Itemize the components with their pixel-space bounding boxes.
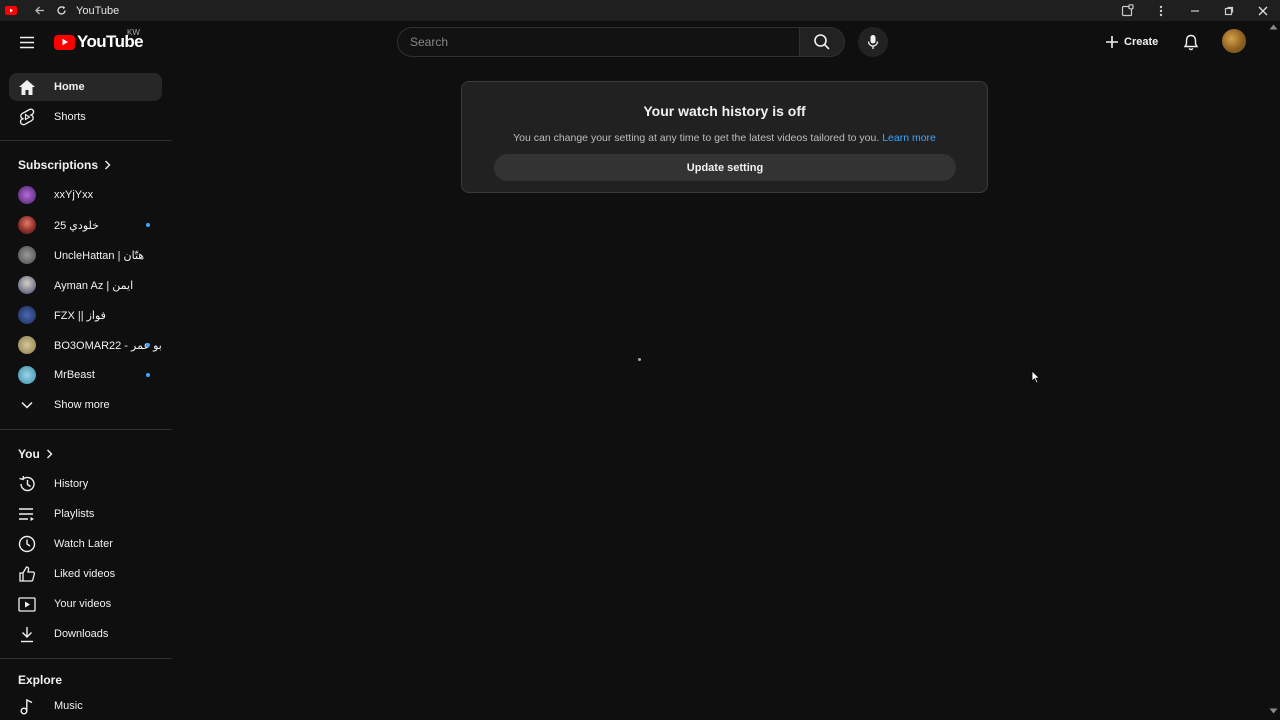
minimize-icon[interactable] [1178,0,1212,21]
sidebar-item-subscription[interactable]: MrBeast [9,361,162,389]
create-button[interactable]: Create [1100,29,1166,55]
channel-avatar [17,245,37,265]
card-title: Your watch history is off [643,103,806,119]
card-description: You can change your setting at any time … [513,132,936,144]
channel-avatar [17,335,37,355]
chevron-down-icon [17,395,37,415]
home-icon [17,77,37,97]
masthead: YouTube KW Create [0,21,1280,63]
channel-avatar [17,365,37,385]
watch-history-off-card: Your watch history is off You can change… [461,81,988,193]
sidebar-divider [0,140,172,141]
playlists-icon [17,504,37,524]
back-icon[interactable] [32,4,46,18]
clock-icon [17,534,37,554]
mouse-cursor-icon [1031,370,1041,384]
app-icon [4,4,18,18]
country-code: KW [127,28,140,37]
sidebar-item-subscription[interactable]: xxYjYxx [9,181,162,209]
sidebar-item-subscription[interactable]: UncleHattan | هتّان [9,241,162,269]
new-content-dot [146,343,150,347]
chevron-right-icon [105,160,111,170]
youtube-play-icon [54,34,75,50]
search-box[interactable] [397,27,799,57]
scroll-up-arrow-icon[interactable] [1269,24,1278,30]
new-content-dot [146,373,150,377]
update-setting-button[interactable]: Update setting [494,154,956,181]
chevron-right-icon [46,449,53,459]
new-content-dot [146,223,150,227]
channel-avatar [17,305,37,325]
account-avatar[interactable] [1222,29,1246,53]
guide-menu-button[interactable] [12,28,42,56]
window-title: YouTube [76,4,120,17]
restore-icon[interactable] [1212,0,1246,21]
sidebar-item-home[interactable]: Home [9,73,162,101]
search-icon [814,34,830,50]
plus-icon [1106,36,1118,48]
sidebar: Home Shorts Subscriptions xxYjYxx خلودي … [0,63,172,720]
more-vert-icon[interactable] [1144,0,1178,21]
sidebar-item-subscription[interactable]: خلودي 25 [9,211,162,239]
sidebar-item-playlists[interactable]: Playlists [9,500,162,528]
sidebar-item-music[interactable]: Music [9,692,162,720]
sidebar-item-subscription[interactable]: Ayman Az | ايمن [9,271,162,299]
music-note-icon [17,696,37,716]
thumbs-up-icon [17,564,37,584]
channel-avatar [17,215,37,235]
learn-more-link[interactable]: Learn more [882,132,936,144]
sidebar-item-liked-videos[interactable]: Liked videos [9,560,162,588]
explore-header: Explore [18,673,63,687]
hamburger-icon [20,36,34,48]
create-label: Create [1124,36,1159,48]
channel-avatar [17,275,37,295]
shorts-icon [17,107,37,127]
search-input[interactable] [410,35,799,49]
scroll-down-arrow-icon[interactable] [1269,708,1278,714]
microphone-icon [867,35,879,49]
history-icon [17,474,37,494]
sidebar-divider [0,658,172,659]
show-more-button[interactable]: Show more [9,391,162,419]
sidebar-item-your-videos[interactable]: Your videos [9,590,162,618]
subscriptions-header[interactable]: Subscriptions [18,158,111,172]
window-titlebar: YouTube [0,0,1280,21]
loading-spinner [638,358,641,361]
sidebar-divider [0,429,172,430]
notifications-button[interactable] [1178,29,1204,55]
download-icon [17,624,37,644]
close-icon[interactable] [1246,0,1280,21]
sidebar-item-history[interactable]: History [9,470,162,498]
you-header[interactable]: You [18,447,53,461]
reload-icon[interactable] [54,4,68,18]
voice-search-button[interactable] [858,27,888,57]
sidebar-item-shorts[interactable]: Shorts [9,103,162,131]
bell-icon [1183,34,1199,50]
play-square-icon [17,594,37,614]
channel-avatar [17,185,37,205]
search-button[interactable] [799,27,845,57]
sidebar-item-subscription[interactable]: BO3OMAR22 - بو عمر [9,331,162,359]
sidebar-item-downloads[interactable]: Downloads [9,620,162,648]
sidebar-item-subscription[interactable]: FZX || فواز [9,301,162,329]
sidebar-item-watch-later[interactable]: Watch Later [9,530,162,558]
extensions-icon[interactable] [1110,0,1144,21]
